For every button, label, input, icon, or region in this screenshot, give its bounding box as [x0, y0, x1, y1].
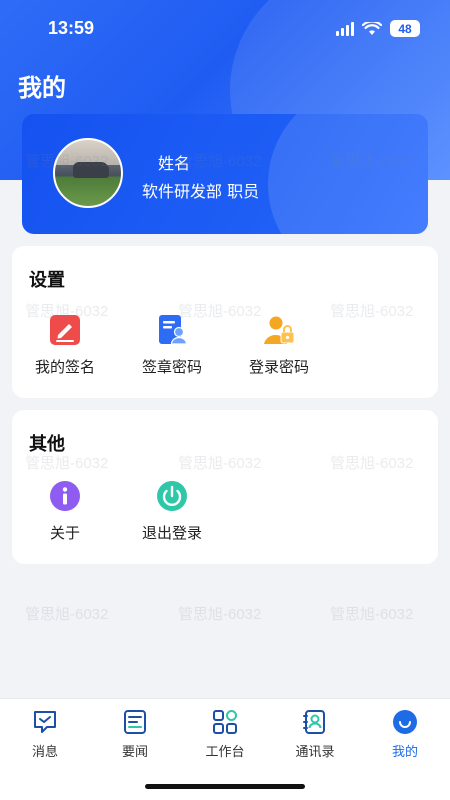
tab-news[interactable]: 要闻 — [90, 709, 180, 760]
tab-label: 我的 — [391, 745, 418, 760]
tab-workbench[interactable]: 工作台 — [180, 709, 270, 760]
login-password-label: 登录密码 — [248, 358, 309, 376]
tab-label: 要闻 — [121, 745, 148, 760]
watermark: 管思旭-6032 — [330, 303, 414, 320]
tab-label: 消息 — [31, 745, 58, 760]
watermark: 管思旭-6032 — [178, 303, 262, 320]
settings-title: 设置 — [29, 270, 65, 291]
status-bar: 13:59 48 — [0, 0, 450, 60]
workbench-icon — [213, 710, 237, 734]
watermark: 管思旭-6032 — [330, 606, 414, 623]
seal-password-label: 签章密码 — [141, 358, 202, 376]
profile-card[interactable]: 姓名 软件研发部 职员 — [22, 114, 428, 234]
page-title: 我的 — [18, 74, 66, 102]
tab-contacts[interactable]: 通讯录 — [270, 709, 360, 760]
watermark: 管思旭-6032 — [25, 303, 109, 320]
other-card: 其他 关于 退出登录 — [12, 410, 438, 564]
tab-label: 工作台 — [205, 745, 245, 760]
my-signature-button[interactable]: 我的签名 — [15, 314, 115, 377]
tab-messages[interactable]: 消息 — [0, 709, 90, 760]
message-icon — [34, 711, 56, 733]
profile-department: 软件研发部 职员 — [142, 182, 260, 201]
watermark: 管思旭-6032 — [178, 153, 262, 170]
tab-profile[interactable]: 我的 — [360, 709, 450, 760]
status-icons: 48 — [336, 20, 420, 37]
logout-label: 退出登录 — [141, 524, 202, 542]
tab-label: 通讯录 — [295, 745, 335, 760]
watermark: 管思旭-6032 — [178, 606, 262, 623]
logout-button[interactable]: 退出登录 — [122, 480, 222, 543]
wifi-icon — [362, 21, 382, 35]
battery-icon: 48 — [390, 20, 420, 37]
watermark: 管思旭-6032 — [25, 153, 109, 170]
about-label: 关于 — [49, 524, 80, 542]
settings-card: 设置 我的签名 签章密码 登录密码 — [12, 246, 438, 398]
login-password-button[interactable]: 登录密码 — [229, 314, 329, 377]
watermark: 管思旭-6032 — [25, 455, 109, 472]
watermark: 管思旭-6032 — [178, 455, 262, 472]
contacts-icon — [303, 710, 325, 734]
avatar[interactable] — [53, 138, 123, 208]
status-time: 13:59 — [48, 18, 95, 38]
watermark: 管思旭-6032 — [25, 606, 109, 623]
home-indicator — [145, 784, 305, 789]
my-signature-label: 我的签名 — [34, 358, 95, 376]
watermark: 管思旭-6032 — [330, 153, 414, 170]
info-icon — [50, 481, 80, 511]
watermark: 管思旭-6032 — [330, 455, 414, 472]
power-icon — [157, 481, 187, 511]
about-button[interactable]: 关于 — [15, 480, 115, 543]
news-icon — [124, 710, 146, 734]
profile-icon — [393, 710, 417, 734]
seal-password-button[interactable]: 签章密码 — [122, 314, 222, 377]
user-lock-icon — [264, 316, 295, 344]
cellular-signal-icon — [336, 21, 354, 36]
